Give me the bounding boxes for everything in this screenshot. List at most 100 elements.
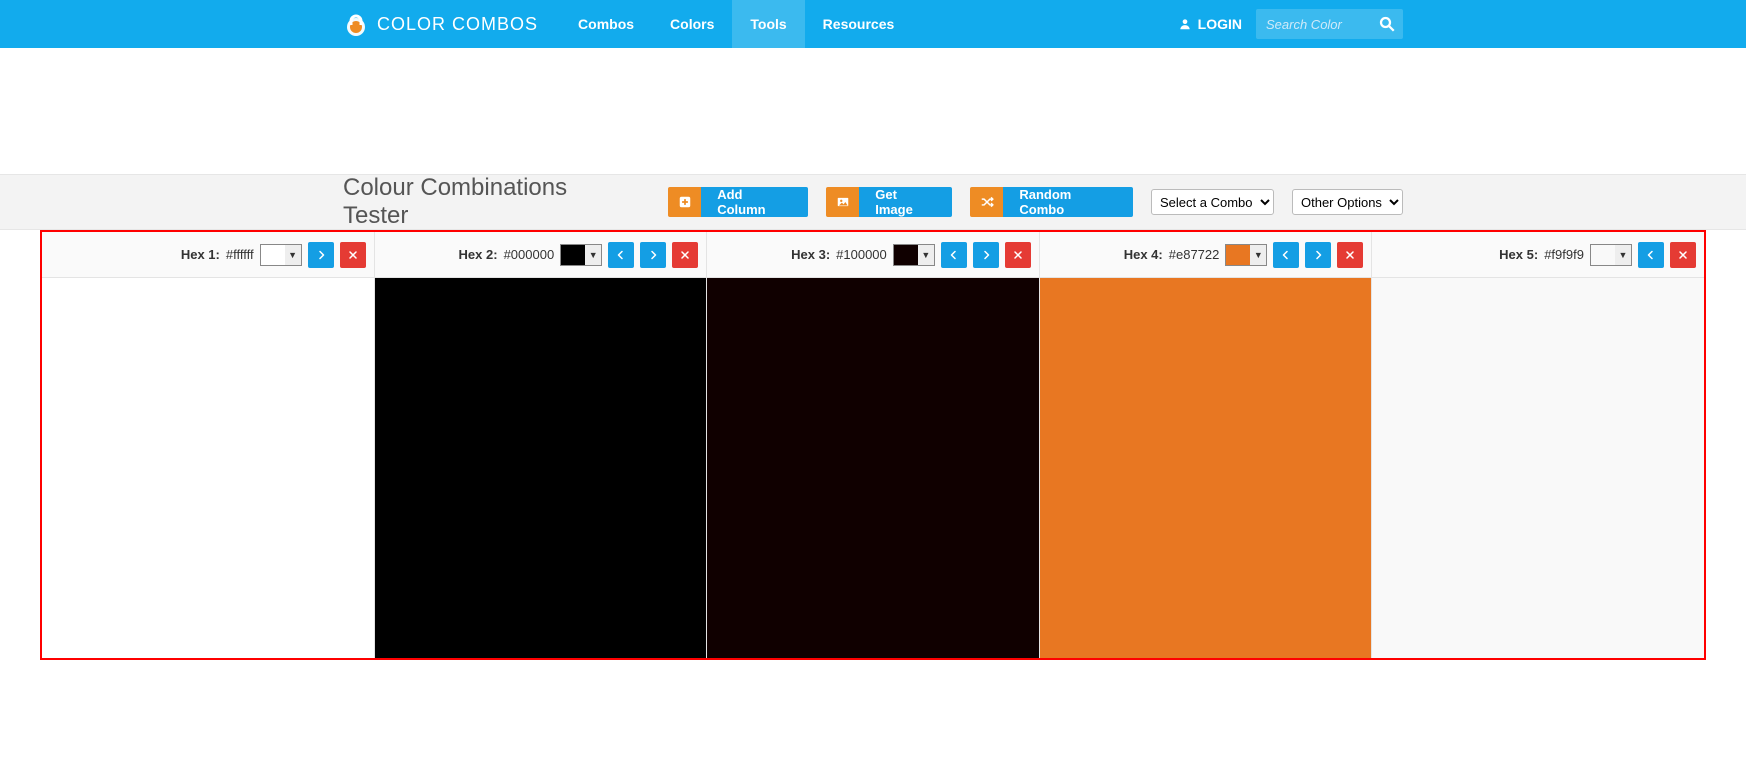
chevron-down-icon: ▼ [1615,245,1631,265]
delete-column-button[interactable] [672,242,698,268]
hex-label: Hex 4: [1124,247,1163,262]
logo-text: COLOR COMBOS [377,14,538,35]
select-combo-dropdown[interactable]: Select a Combo [1151,189,1274,215]
color-swatch [42,278,374,658]
delete-column-button[interactable] [1337,242,1363,268]
delete-column-button[interactable] [1670,242,1696,268]
swatch-preview [561,245,585,265]
column-header: Hex 3: #100000 ▼ [707,232,1039,278]
delete-column-button[interactable] [1005,242,1031,268]
arrow-right-icon [1312,249,1324,261]
top-nav: COLOR COMBOS CombosColorsToolsResources … [0,0,1746,48]
color-column-3: Hex 3: #100000 ▼ [707,232,1040,658]
image-icon [826,187,859,217]
color-swatch [707,278,1039,658]
arrow-right-icon [647,249,659,261]
plus-icon [668,187,701,217]
swatch-preview [1226,245,1250,265]
move-left-button[interactable] [1638,242,1664,268]
color-picker-dropdown[interactable]: ▼ [560,244,602,266]
color-picker-dropdown[interactable]: ▼ [260,244,302,266]
hex-value: #000000 [504,247,555,262]
shuffle-icon [970,187,1003,217]
add-column-label: Add Column [701,187,808,217]
hex-label: Hex 1: [181,247,220,262]
login-link[interactable]: LOGIN [1178,16,1242,32]
chevron-down-icon: ▼ [918,245,934,265]
close-icon [679,249,691,261]
swatch-preview [1591,245,1615,265]
color-picker-dropdown[interactable]: ▼ [1225,244,1267,266]
toolbar: Colour Combinations Tester Add Column Ge… [0,174,1746,230]
move-right-button[interactable] [308,242,334,268]
search-button[interactable] [1371,9,1403,39]
move-right-button[interactable] [1305,242,1331,268]
swatch-preview [261,245,285,265]
arrow-right-icon [315,249,327,261]
arrow-right-icon [980,249,992,261]
user-icon [1178,17,1192,31]
add-column-button[interactable]: Add Column [668,187,808,217]
toolbar-inner: Colour Combinations Tester Add Column Ge… [343,174,1403,230]
move-left-button[interactable] [941,242,967,268]
move-right-button[interactable] [973,242,999,268]
arrow-left-icon [948,249,960,261]
color-column-5: Hex 5: #f9f9f9 ▼ [1372,232,1704,658]
swatch-preview [894,245,918,265]
close-icon [1677,249,1689,261]
close-icon [1012,249,1024,261]
chevron-down-icon: ▼ [285,245,301,265]
nav-link-colors[interactable]: Colors [652,0,732,48]
hex-label: Hex 2: [459,247,498,262]
nav-link-resources[interactable]: Resources [805,0,913,48]
page-title: Colour Combinations Tester [343,174,632,230]
search-icon [1378,15,1396,33]
ad-space [0,48,1746,174]
other-options-dropdown[interactable]: Other Options [1292,189,1403,215]
hex-value: #ffffff [226,247,254,262]
column-header: Hex 1: #ffffff ▼ [42,232,374,278]
chevron-down-icon: ▼ [585,245,601,265]
column-header: Hex 2: #000000 ▼ [375,232,707,278]
search-input[interactable] [1256,17,1371,32]
move-left-button[interactable] [608,242,634,268]
close-icon [1344,249,1356,261]
hex-value: #100000 [836,247,887,262]
arrow-left-icon [615,249,627,261]
color-swatch [375,278,707,658]
hex-label: Hex 5: [1499,247,1538,262]
color-picker-dropdown[interactable]: ▼ [893,244,935,266]
arrow-left-icon [1645,249,1657,261]
move-right-button[interactable] [640,242,666,268]
move-left-button[interactable] [1273,242,1299,268]
nav-links: CombosColorsToolsResources [560,0,912,48]
get-image-label: Get Image [859,187,952,217]
nav-link-combos[interactable]: Combos [560,0,652,48]
palette: Hex 1: #ffffff ▼ Hex 2: #000000 ▼ Hex 3: #10000… [40,230,1706,660]
color-column-4: Hex 4: #e87722 ▼ [1040,232,1373,658]
palette-container: Hex 1: #ffffff ▼ Hex 2: #000000 ▼ Hex 3: #10000… [0,230,1746,680]
column-header: Hex 4: #e87722 ▼ [1040,232,1372,278]
arrow-left-icon [1280,249,1292,261]
color-column-2: Hex 2: #000000 ▼ [375,232,708,658]
hex-value: #f9f9f9 [1544,247,1584,262]
logo[interactable]: COLOR COMBOS [343,11,538,37]
top-nav-inner: COLOR COMBOS CombosColorsToolsResources … [343,0,1403,48]
color-swatch [1040,278,1372,658]
random-combo-label: Random Combo [1003,187,1133,217]
column-header: Hex 5: #f9f9f9 ▼ [1372,232,1704,278]
nav-link-tools[interactable]: Tools [732,0,804,48]
login-label: LOGIN [1198,16,1242,32]
color-swatch [1372,278,1704,658]
color-picker-dropdown[interactable]: ▼ [1590,244,1632,266]
hex-value: #e87722 [1169,247,1220,262]
color-column-1: Hex 1: #ffffff ▼ [42,232,375,658]
close-icon [347,249,359,261]
delete-column-button[interactable] [340,242,366,268]
search-box [1256,9,1403,39]
logo-icon [343,11,369,37]
random-combo-button[interactable]: Random Combo [970,187,1133,217]
hex-label: Hex 3: [791,247,830,262]
chevron-down-icon: ▼ [1250,245,1266,265]
get-image-button[interactable]: Get Image [826,187,952,217]
